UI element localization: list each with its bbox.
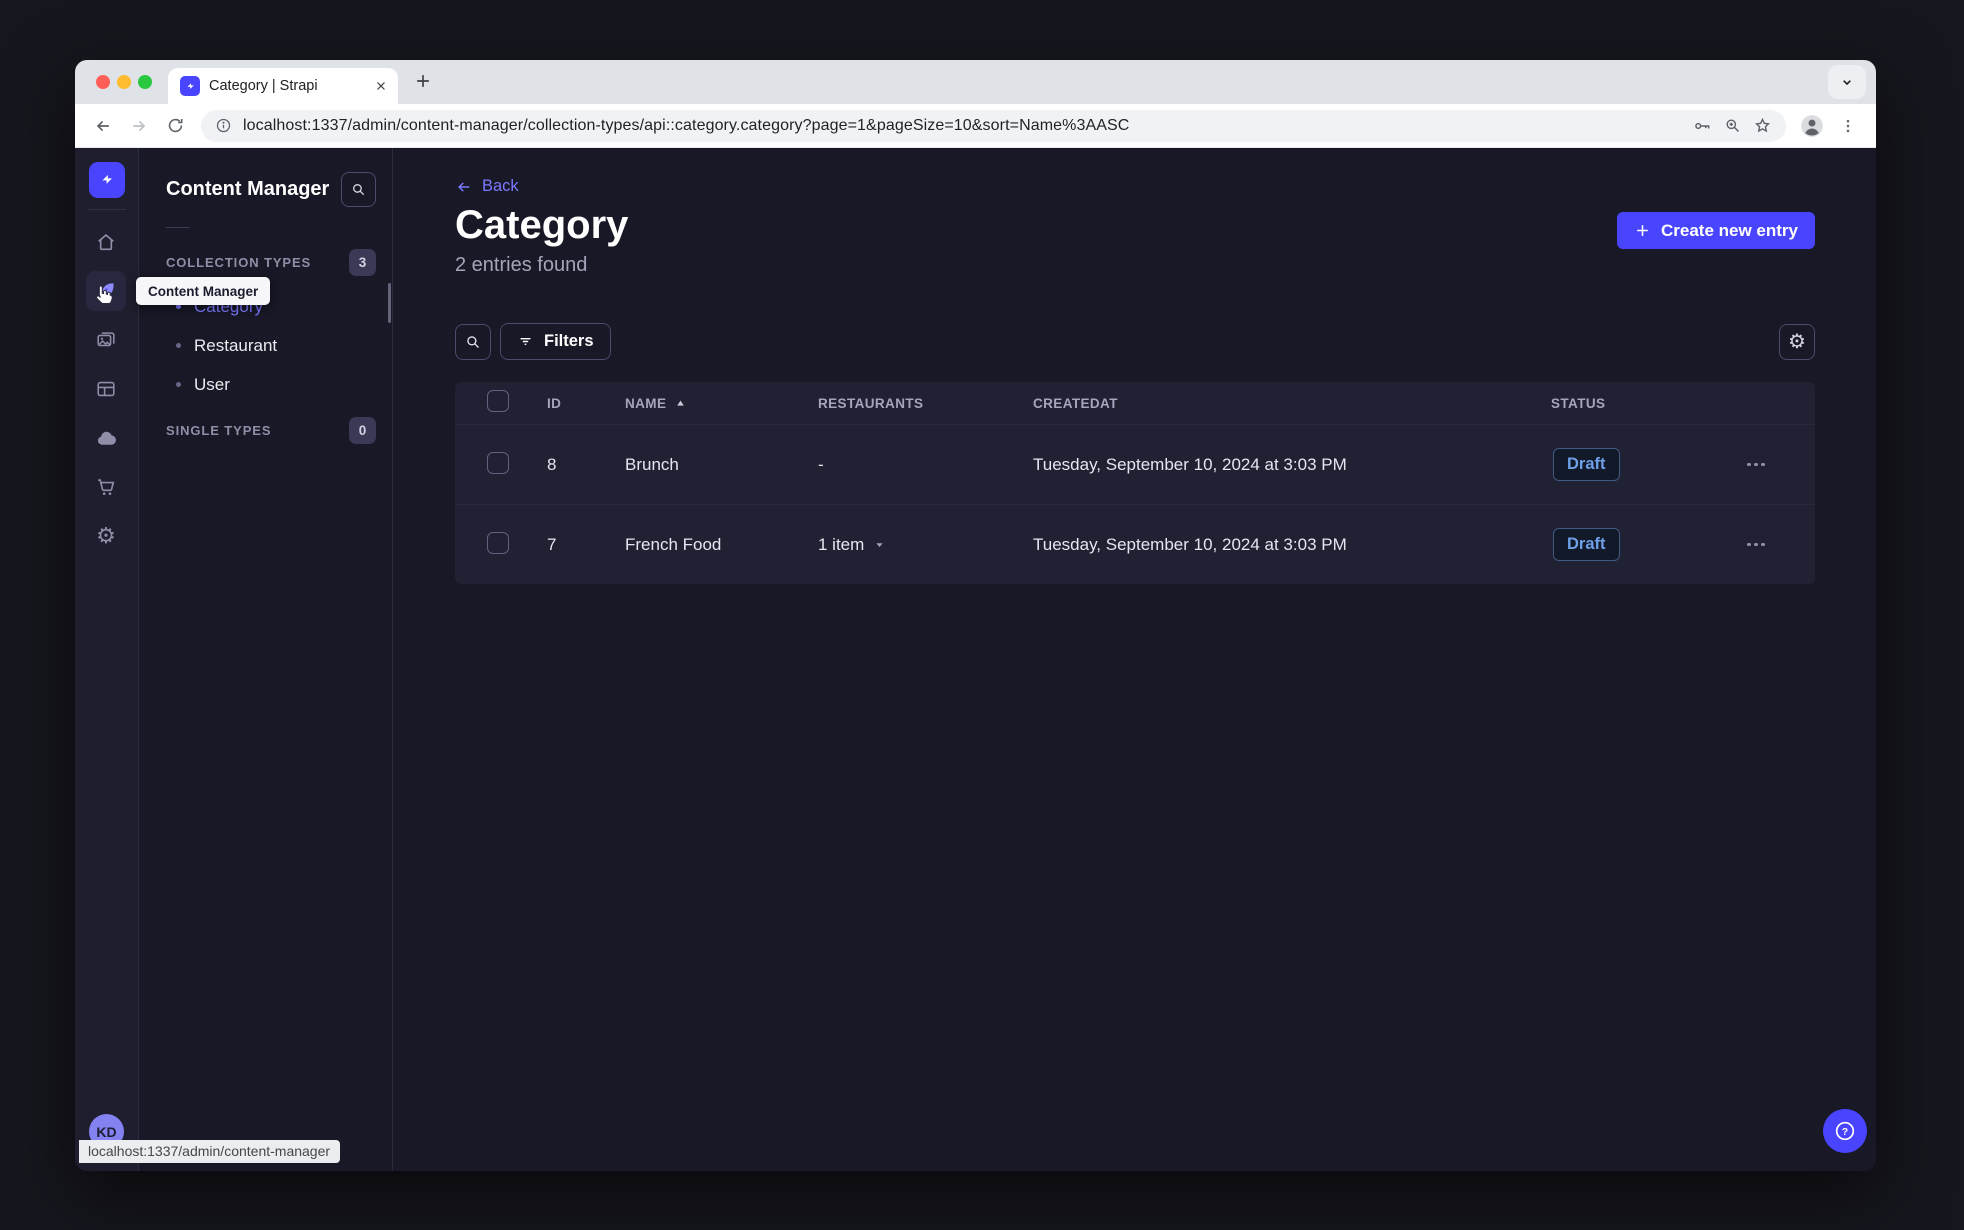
subnav-divider [166, 227, 190, 228]
site-info-icon[interactable] [215, 117, 232, 134]
svg-text:?: ? [1842, 1126, 1848, 1138]
cell-id: 7 [547, 534, 557, 554]
entries-count: 2 entries found [455, 254, 588, 276]
row-checkbox[interactable] [487, 451, 509, 474]
cell-createdat: Tuesday, September 10, 2024 at 3:03 PM [1033, 534, 1347, 554]
row-actions-button[interactable] [1745, 542, 1771, 548]
cell-name: Brunch [625, 454, 679, 474]
column-header-status[interactable]: STATUS [1551, 396, 1745, 411]
fullscreen-window-button[interactable] [138, 75, 152, 89]
cell-createdat: Tuesday, September 10, 2024 at 3:03 PM [1033, 454, 1347, 474]
tab-close-icon[interactable] [374, 79, 388, 93]
column-header-id[interactable]: ID [547, 396, 625, 411]
table-header-row: ID NAME RESTAURANTS CREATEDAT STATUS [455, 382, 1815, 424]
cell-id: 8 [547, 454, 557, 474]
collection-types-label: COLLECTION TYPES [166, 255, 312, 270]
table-search-button[interactable] [455, 323, 491, 360]
main-content: Back Category 2 entries found Create new… [393, 148, 1876, 1171]
filter-icon [520, 337, 531, 346]
strapi-favicon-icon [180, 76, 200, 96]
sidebar-item-user[interactable]: User [139, 365, 392, 404]
single-types-count-badge: 0 [349, 417, 376, 444]
cell-name: French Food [625, 534, 722, 554]
table-settings-button[interactable]: ⚙ [1779, 323, 1815, 360]
sort-ascending-icon [677, 400, 685, 406]
window-controls [96, 75, 152, 89]
content-type-builder-icon[interactable] [86, 369, 126, 409]
subnav-scrollbar[interactable] [388, 283, 391, 323]
row-actions-button[interactable] [1745, 462, 1771, 468]
browser-toolbar: localhost:1337/admin/content-manager/col… [75, 104, 1876, 148]
question-icon: ? [1835, 1121, 1855, 1141]
cell-restaurants: - [818, 454, 824, 474]
bullet-icon [176, 382, 181, 387]
browser-reload-button[interactable] [159, 110, 191, 142]
tooltip: Content Manager [136, 277, 271, 305]
settings-gear-icon[interactable]: ⚙ [86, 516, 126, 556]
pointer-hand-cursor-icon [90, 282, 115, 307]
status-link-preview: localhost:1337/admin/content-manager [79, 1140, 341, 1163]
address-bar[interactable]: localhost:1337/admin/content-manager/col… [201, 109, 1786, 142]
sidebar-item-restaurant[interactable]: Restaurant [139, 326, 392, 365]
subnav-title: Content Manager [166, 178, 330, 200]
back-link[interactable]: Back [455, 177, 519, 196]
browser-tab[interactable]: Category | Strapi [168, 68, 398, 104]
status-badge: Draft [1553, 528, 1620, 561]
cell-restaurants[interactable]: 1 item [818, 535, 1033, 555]
media-library-icon[interactable] [86, 320, 126, 360]
column-header-restaurants[interactable]: RESTAURANTS [818, 396, 1033, 411]
search-icon [467, 335, 479, 348]
column-header-createdat[interactable]: CREATEDAT [1033, 396, 1551, 411]
browser-window: Category | Strapi localhost:1337/admin/c… [75, 60, 1876, 1171]
bullet-icon [176, 343, 181, 348]
strapi-admin-app: ⚙ KD Content Manager COLLECTION TYPES 3 [75, 148, 1876, 1171]
browser-forward-button[interactable] [123, 110, 155, 142]
zoom-page-icon[interactable] [1723, 116, 1742, 135]
column-header-name[interactable]: NAME [625, 396, 687, 411]
collection-types-count-badge: 3 [349, 249, 376, 276]
browser-profile-icon[interactable] [1796, 110, 1828, 142]
nav-divider [87, 209, 126, 210]
browser-tab-strip: Category | Strapi [75, 60, 1876, 104]
arrow-left-icon [458, 181, 470, 192]
bookmark-star-icon[interactable] [1753, 116, 1772, 135]
gear-icon: ⚙ [1788, 330, 1806, 353]
cloud-icon[interactable] [86, 418, 126, 458]
table-row[interactable]: 8 Brunch - Tuesday, September 10, 2024 a… [455, 424, 1815, 504]
subnav-search-button[interactable] [341, 172, 376, 207]
chevron-down-icon [876, 543, 883, 547]
new-tab-button[interactable] [413, 71, 433, 91]
strapi-logo[interactable] [89, 162, 125, 198]
home-icon[interactable] [86, 222, 126, 262]
row-checkbox[interactable] [487, 531, 509, 554]
close-window-button[interactable] [96, 75, 110, 89]
single-types-label: SINGLE TYPES [166, 423, 272, 438]
table-row[interactable]: 7 French Food 1 item Tuesday, September … [455, 504, 1815, 584]
url-text[interactable]: localhost:1337/admin/content-manager/col… [243, 117, 1681, 135]
minimize-window-button[interactable] [117, 75, 131, 89]
password-key-icon[interactable] [1692, 116, 1712, 136]
create-new-entry-button[interactable]: Create new entry [1617, 212, 1815, 249]
filters-button[interactable]: Filters [500, 323, 611, 360]
select-all-checkbox[interactable] [487, 390, 509, 412]
browser-back-button[interactable] [87, 110, 119, 142]
browser-menu-kebab-icon[interactable] [1832, 110, 1864, 142]
tab-search-button[interactable] [1828, 65, 1866, 99]
entries-table: ID NAME RESTAURANTS CREATEDAT STATUS 8 B… [455, 382, 1815, 584]
status-badge: Draft [1553, 448, 1620, 481]
plus-icon [1637, 225, 1648, 236]
page-title: Category [455, 203, 629, 247]
help-button[interactable]: ? [1823, 1109, 1867, 1153]
marketplace-cart-icon[interactable] [86, 467, 126, 507]
tab-title: Category | Strapi [209, 78, 318, 94]
